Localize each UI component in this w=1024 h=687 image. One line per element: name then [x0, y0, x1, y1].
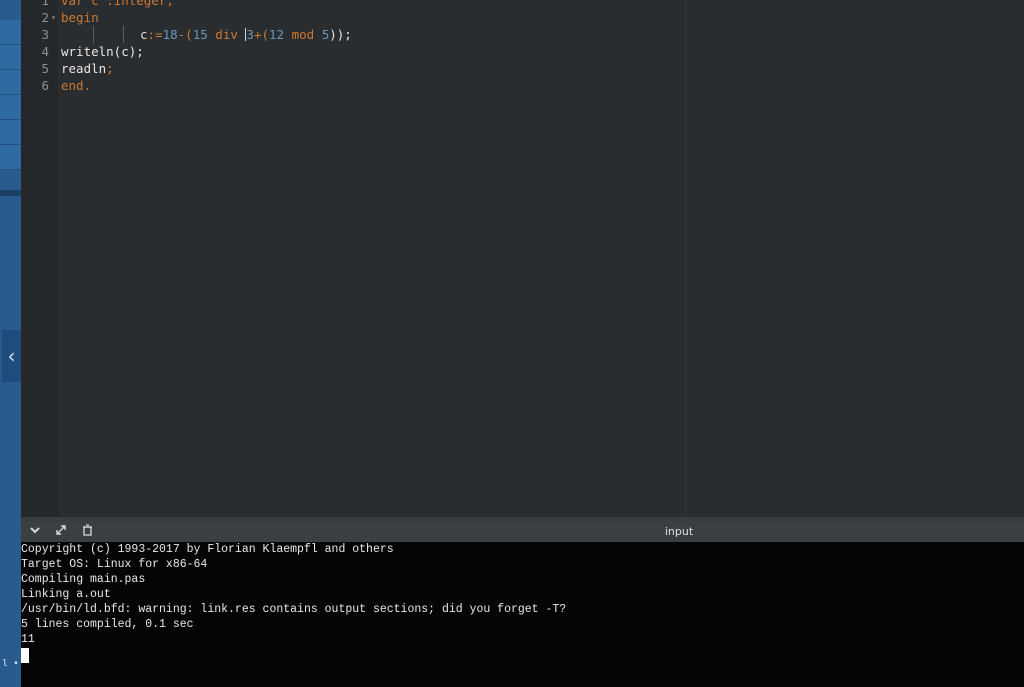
line-number: 3: [41, 27, 49, 42]
sidebar-divider: [0, 190, 21, 196]
indent-guide: [93, 26, 94, 43]
code-token: div: [207, 27, 246, 42]
terminal-cursor: [21, 648, 29, 663]
code-token: mod: [284, 27, 322, 42]
terminal-output[interactable]: Copyright (c) 1993-2017 by Florian Klaem…: [21, 542, 1024, 687]
code-token: ));: [329, 27, 352, 42]
terminal-line: Compiling main.pas: [21, 573, 146, 586]
sidebar-footer-text: l •: [2, 659, 19, 669]
code-token: +(: [253, 27, 270, 42]
code-line: 3 c:=18-(15 div 3+(12 mod 5));: [21, 26, 1024, 43]
code-line: 1 var c :integer;: [21, 0, 1024, 9]
sidebar-band: [0, 70, 21, 95]
code-token: 18: [162, 27, 178, 42]
code-line: 5 readln;: [21, 60, 1024, 77]
line-number: 1: [41, 0, 49, 8]
output-panel-header: input: [21, 522, 1024, 542]
code-text: readln;: [61, 60, 114, 77]
terminal-line: /usr/bin/ld.bfd: warning: link.res conta…: [21, 603, 567, 616]
panel-title: input: [664, 525, 694, 538]
code-line: 2 ▾ begin: [21, 9, 1024, 26]
code-token: :=: [147, 27, 163, 42]
code-text: begin: [61, 9, 99, 26]
code-line: 4 writeln(c);: [21, 43, 1024, 60]
code-token: 12: [269, 27, 285, 42]
code-text: var c :integer;: [61, 0, 174, 9]
code-token: 3: [246, 27, 254, 42]
terminal-line: 11: [21, 633, 35, 646]
line-number: 2: [41, 10, 49, 25]
code-token: readln: [61, 61, 107, 76]
sidebar-band: [0, 95, 21, 120]
chevron-left-icon[interactable]: ‹: [2, 330, 21, 382]
code-token: c: [140, 27, 148, 42]
line-number: 5: [41, 61, 49, 76]
sidebar-band: [0, 120, 21, 145]
code-token: -(: [177, 27, 193, 42]
app-sidebar: ‹ l •: [0, 0, 21, 687]
indent-guide: [123, 26, 124, 43]
code-token: 15: [192, 27, 208, 42]
terminal-line: Target OS: Linux for x86-64: [21, 558, 208, 571]
code-editor[interactable]: 1 var c :integer; 2 ▾ begin 3 c:=18-(15 div 3+…: [21, 0, 1024, 517]
code-token: end.: [61, 78, 92, 93]
terminal-line: Copyright (c) 1993-2017 by Florian Klaem…: [21, 543, 394, 556]
terminal-line: Linking a.out: [21, 588, 111, 601]
terminal-line: 5 lines compiled, 0.1 sec: [21, 618, 194, 631]
code-token: writeln(c);: [61, 44, 144, 59]
expand-icon[interactable]: [53, 524, 69, 540]
code-text: end.: [61, 77, 91, 94]
line-number: 6: [41, 78, 49, 93]
sidebar-band: [0, 20, 21, 45]
chevron-down-icon[interactable]: [27, 524, 43, 540]
clear-icon[interactable]: [79, 524, 95, 540]
code-line: 6 end.: [21, 77, 1024, 94]
fold-toggle-icon[interactable]: ▾: [49, 9, 58, 26]
code-token: begin: [61, 10, 99, 25]
code-text: c:=18-(15 div 3+(12 mod 5));: [140, 26, 352, 43]
line-number: 4: [41, 44, 49, 59]
code-token: ;: [106, 61, 114, 76]
code-token: var c :integer;: [61, 0, 174, 8]
code-text: writeln(c);: [61, 43, 144, 60]
sidebar-band: [0, 45, 21, 70]
sidebar-band: [0, 145, 21, 170]
